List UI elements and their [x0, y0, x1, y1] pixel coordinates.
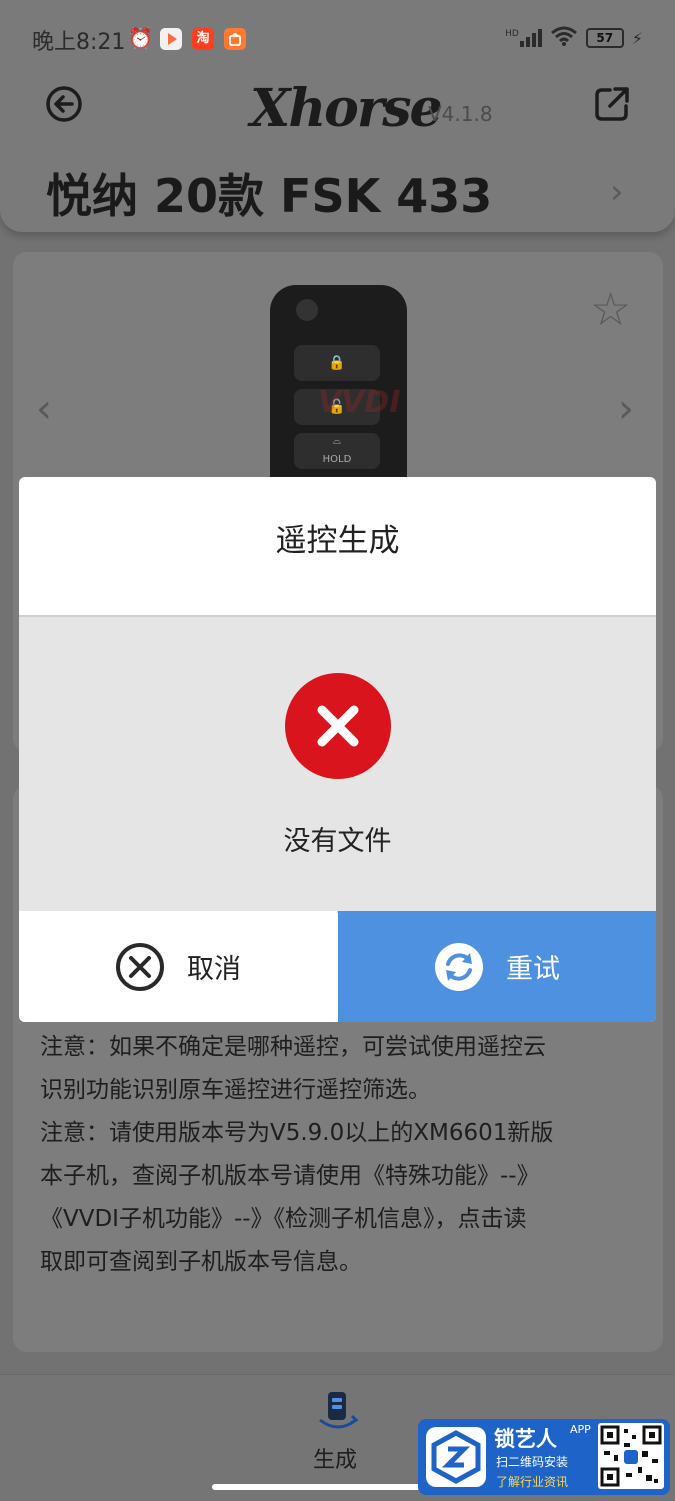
- back-arrow-icon: [46, 86, 82, 122]
- charging-icon: ⚡: [631, 28, 643, 48]
- prev-arrow-icon[interactable]: ‹: [36, 386, 52, 432]
- chevron-right-icon[interactable]: ›: [610, 172, 624, 212]
- vvdi-watermark: VVDI: [318, 385, 401, 420]
- dialog-title: 遥控生成: [275, 523, 400, 559]
- signal-icon: HD: [505, 29, 542, 47]
- app-logo-icon: [426, 1427, 486, 1487]
- watermark-title: 锁艺人: [494, 1427, 557, 1451]
- dialog-message: 没有文件: [283, 826, 392, 857]
- retry-label: 重试: [506, 954, 560, 985]
- alarm-icon: ⏰: [128, 26, 153, 50]
- cancel-button[interactable]: 取消: [19, 911, 337, 1022]
- star-icon[interactable]: ☆: [590, 282, 631, 336]
- note-line: 《VVDI子机功能》--》《检测子机信息》，点击读: [40, 1206, 527, 1232]
- refresh-icon: [435, 942, 483, 991]
- watermark-line1: 扫二维码安装: [496, 1455, 569, 1469]
- status-indicators: HD 57 ⚡: [505, 26, 643, 50]
- key-fob-image: 🔒 🔓 ⌓ HOLD VVDI: [270, 285, 407, 485]
- app-version: V4.1.8: [428, 102, 493, 126]
- note-line: 取即可查阅到子机版本号信息。: [40, 1249, 362, 1275]
- next-arrow-icon[interactable]: ›: [618, 386, 634, 432]
- cancel-label: 取消: [187, 954, 241, 985]
- generate-remote-icon[interactable]: [316, 1390, 360, 1434]
- close-circle-icon: [116, 942, 164, 991]
- brand-logo: Xhorse: [250, 78, 443, 139]
- network-type: HD: [505, 29, 519, 39]
- share-icon: [595, 87, 629, 121]
- note-line: 注意：如果不确定是哪种遥控，可尝试使用遥控云: [40, 1034, 546, 1060]
- wifi-icon: [550, 26, 578, 50]
- shopping-bag-icon: [224, 28, 246, 50]
- qr-code-icon: [598, 1423, 664, 1489]
- watermark-badge: APP: [570, 1423, 591, 1436]
- dialog-body: 没有文件: [19, 615, 656, 913]
- battery-level: 57: [596, 31, 614, 45]
- note-line: 本子机，查阅子机版本号请使用《特殊功能》--》: [40, 1163, 540, 1189]
- trunk-button-icon: ⌓ HOLD: [294, 433, 380, 469]
- retry-button[interactable]: 重试: [338, 911, 656, 1022]
- error-x-icon: [285, 673, 391, 779]
- remote-generate-dialog: 遥控生成 没有文件 取消 重试: [19, 477, 656, 1022]
- watermark-ad: 锁艺人 APP 扫二维码安装 了解行业资讯: [418, 1419, 670, 1495]
- watermark-line2: 了解行业资讯: [496, 1475, 569, 1489]
- hold-label: HOLD: [322, 454, 352, 465]
- status-time: 晚上8:21: [32, 30, 126, 55]
- key-release-button: [296, 299, 318, 321]
- note-line: 识别功能识别原车遥控进行遥控筛选。: [40, 1077, 431, 1103]
- share-button[interactable]: [592, 84, 632, 124]
- note-line: 注意：请使用版本号为V5.9.0以上的XM6601新版: [40, 1120, 554, 1146]
- back-button[interactable]: [44, 84, 84, 124]
- nav-label-generate[interactable]: 生成: [313, 1442, 357, 1474]
- page-title[interactable]: 悦纳 20款 FSK 433: [46, 160, 492, 226]
- battery-icon: 57: [585, 28, 624, 48]
- taobao-icon: 淘: [192, 28, 214, 50]
- video-app-icon: [160, 28, 182, 50]
- lock-button-icon: 🔒: [294, 345, 380, 381]
